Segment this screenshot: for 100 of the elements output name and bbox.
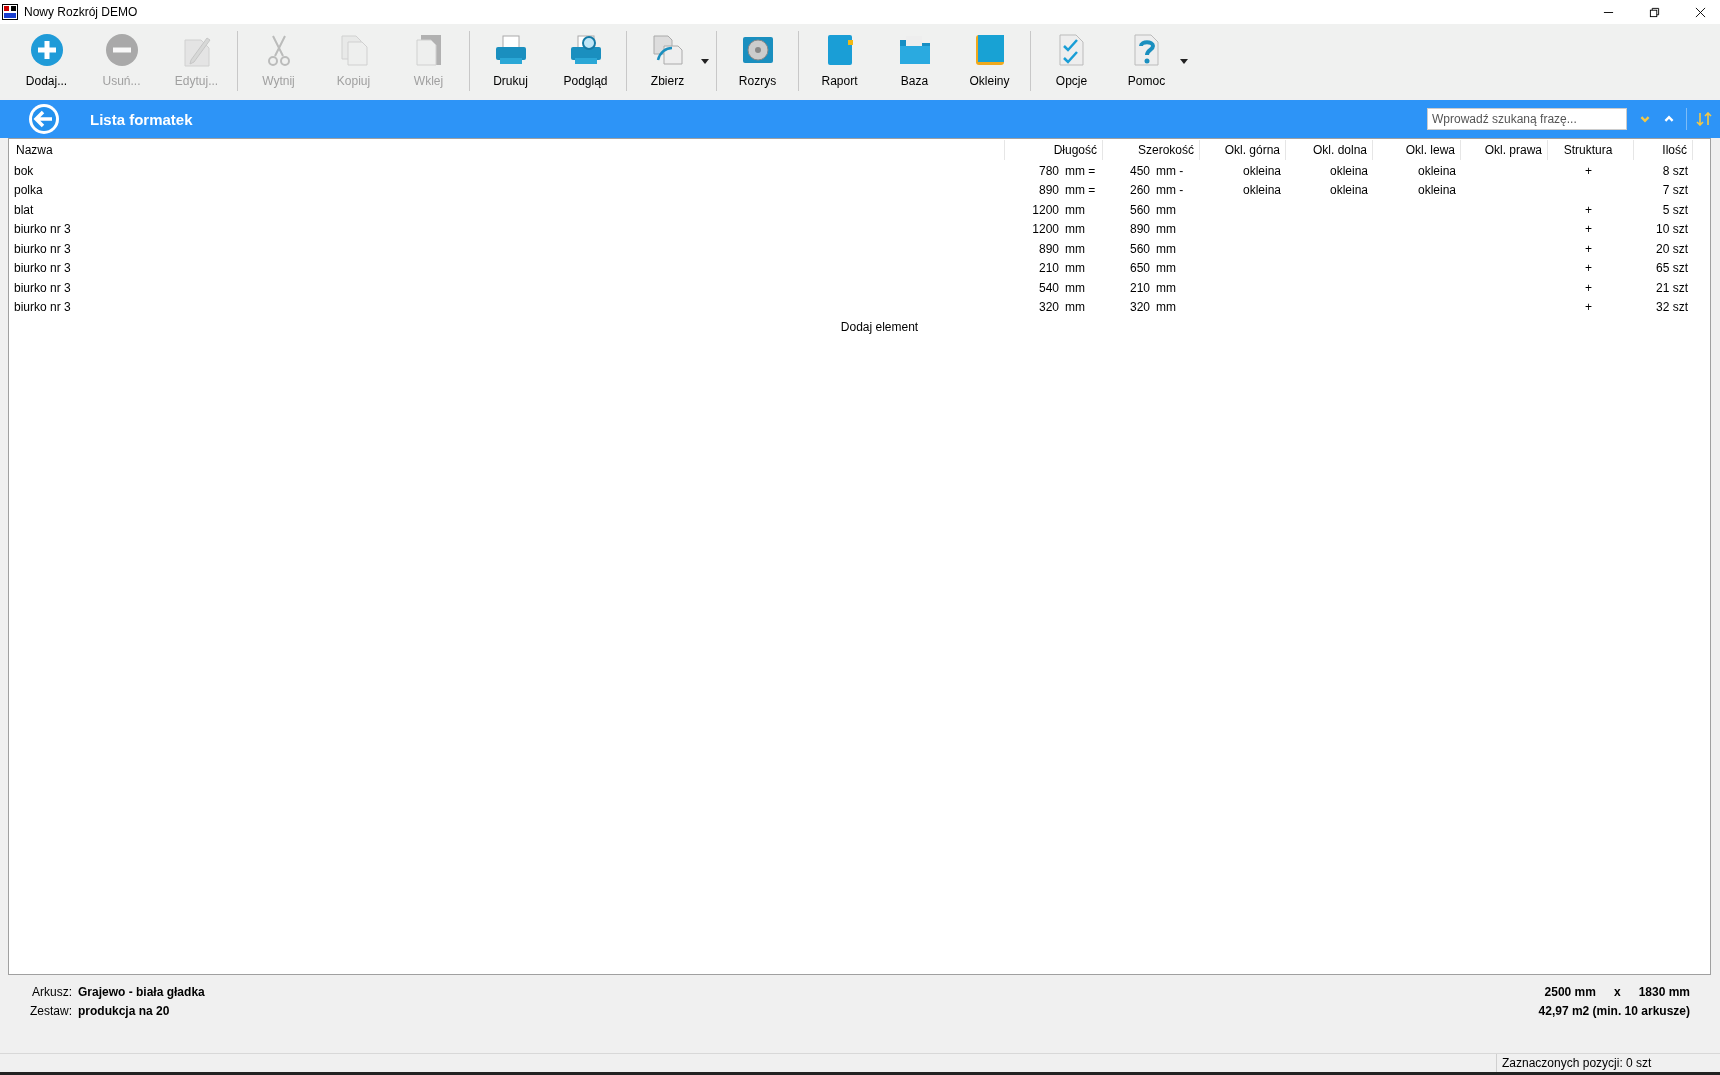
table-cell: 20 szt — [1656, 241, 1688, 256]
sheet-label: Arkusz: — [31, 985, 72, 999]
unit-label: mm — [1156, 202, 1177, 217]
table-cell: okleina — [1242, 183, 1281, 198]
dropdown-arrow-icon[interactable] — [701, 58, 709, 64]
sheet-length: 2500 mm — [1544, 985, 1596, 999]
table-cell: blat — [14, 202, 34, 217]
status-panel: Zaznaczonych pozycji: 0 szt — [1496, 1054, 1720, 1072]
table-cell: okleina — [1417, 163, 1456, 178]
table-cell: + — [1585, 222, 1592, 237]
toolbar-button[interactable]: Baza — [877, 28, 952, 94]
add-element-link[interactable]: Dodaj element — [840, 320, 919, 334]
sheet-value: Grajewo - biała gładka — [78, 985, 205, 999]
toolbar-button[interactable]: Podgląd — [548, 28, 623, 94]
column-header[interactable]: Okl. górna — [1200, 140, 1286, 160]
table-cell: biurko nr 3 — [14, 261, 71, 276]
table-cell: 450 — [1129, 163, 1150, 178]
table-cell: 560 — [1129, 202, 1150, 217]
set-label: Zestaw: — [30, 1004, 72, 1018]
column-header[interactable]: Struktura — [1548, 140, 1634, 160]
unit-label: mm — [1065, 222, 1086, 237]
toolbar-button[interactable]: Rozrys — [720, 28, 795, 94]
toolbar-button[interactable]: Dodaj... — [9, 28, 84, 94]
table-cell: 320 — [1129, 300, 1150, 315]
toolbar-button[interactable]: Pomoc — [1109, 28, 1184, 94]
table-cell: 320 — [1038, 300, 1059, 315]
table-cell: 260 — [1129, 183, 1150, 198]
column-header[interactable]: Okl. dolna — [1286, 140, 1373, 160]
unit-label: mm — [1156, 261, 1177, 276]
table-cell: okleina — [1417, 183, 1456, 198]
table-cell: 890 — [1038, 241, 1059, 256]
toolbar-button[interactable]: Okleiny — [952, 28, 1027, 94]
table-cell: 32 szt — [1656, 300, 1688, 315]
plus-icon — [28, 32, 65, 68]
column-header[interactable]: Okl. lewa — [1373, 140, 1461, 160]
page-title: Lista formatek — [90, 110, 193, 128]
unit-label: mm — [1065, 300, 1086, 315]
column-header[interactable]: Ilość — [1634, 140, 1693, 160]
toolbar-button[interactable]: Zbierz — [630, 28, 705, 94]
back-icon[interactable] — [28, 103, 60, 135]
table-cell: 650 — [1129, 261, 1150, 276]
table-cell: + — [1585, 261, 1592, 276]
table-cell: 10 szt — [1656, 222, 1688, 237]
table-cell: 8 szt — [1662, 163, 1688, 178]
table-cell: 65 szt — [1656, 261, 1688, 276]
table-cell: + — [1585, 241, 1592, 256]
table-cell: 210 — [1129, 280, 1150, 295]
sheet-width: 1830 mm — [1638, 985, 1690, 999]
unit-label: mm - — [1156, 163, 1185, 178]
table-cell: 21 szt — [1656, 280, 1688, 295]
unit-label: mm — [1156, 280, 1177, 295]
table-cell: okleina — [1329, 183, 1368, 198]
toolbar-button[interactable]: Opcje — [1034, 28, 1109, 94]
unit-label: mm = — [1065, 163, 1097, 178]
table-cell: okleina — [1242, 163, 1281, 178]
column-header[interactable]: Długość — [1005, 140, 1103, 160]
times-sign: x — [1613, 985, 1621, 999]
unit-label: mm — [1065, 202, 1086, 217]
unit-label: mm — [1065, 241, 1086, 256]
close-icon[interactable] — [1695, 6, 1706, 18]
table-cell: 7 szt — [1662, 183, 1688, 198]
unit-label: mm — [1156, 300, 1177, 315]
search-field[interactable]: Wprowadź szukaną frazę... — [1427, 108, 1627, 130]
column-header[interactable]: Szerokość — [1103, 140, 1200, 160]
restore-icon[interactable] — [1649, 6, 1660, 18]
column-header[interactable]: Nazwa — [9, 140, 1005, 160]
unit-label: mm — [1156, 241, 1177, 256]
minus-icon — [103, 32, 140, 68]
window-title: Nowy Rozkrój DEMO — [24, 5, 138, 19]
unit-label: mm = — [1065, 183, 1097, 198]
table-cell: 5 szt — [1662, 202, 1688, 217]
table-cell: 560 — [1129, 241, 1150, 256]
area-summary: 42,97 m2 (min. 10 arkusze) — [1538, 1004, 1690, 1018]
table-cell: 890 — [1038, 183, 1059, 198]
toolbar-button[interactable]: Drukuj — [473, 28, 548, 94]
table-cell: biurko nr 3 — [14, 280, 71, 295]
table-cell: 890 — [1129, 222, 1150, 237]
table-cell: 780 — [1038, 163, 1059, 178]
table-cell: + — [1585, 300, 1592, 315]
unit-label: mm - — [1156, 183, 1185, 198]
table-cell: biurko nr 3 — [14, 241, 71, 256]
dropdown-arrow-icon[interactable] — [1180, 58, 1188, 64]
table-cell: biurko nr 3 — [14, 300, 71, 315]
set-value: produkcja na 20 — [78, 1004, 171, 1018]
unit-label: mm — [1065, 261, 1086, 276]
table-cell: + — [1585, 202, 1592, 217]
column-header[interactable]: Okl. prawa — [1461, 140, 1548, 160]
table-cell: bok — [14, 163, 34, 178]
table-cell: 1200 — [1032, 202, 1059, 217]
table-cell: biurko nr 3 — [14, 222, 71, 237]
table-cell: 1200 — [1032, 222, 1059, 237]
table-cell: + — [1585, 280, 1592, 295]
table-cell: polka — [14, 183, 43, 198]
table-cell: okleina — [1329, 163, 1368, 178]
unit-label: mm — [1065, 280, 1086, 295]
toolbar-button[interactable]: Raport — [802, 28, 877, 94]
table-cell: 210 — [1038, 261, 1059, 276]
unit-label: mm — [1156, 222, 1177, 237]
table-cell: 540 — [1038, 280, 1059, 295]
table-cell: + — [1585, 163, 1592, 178]
